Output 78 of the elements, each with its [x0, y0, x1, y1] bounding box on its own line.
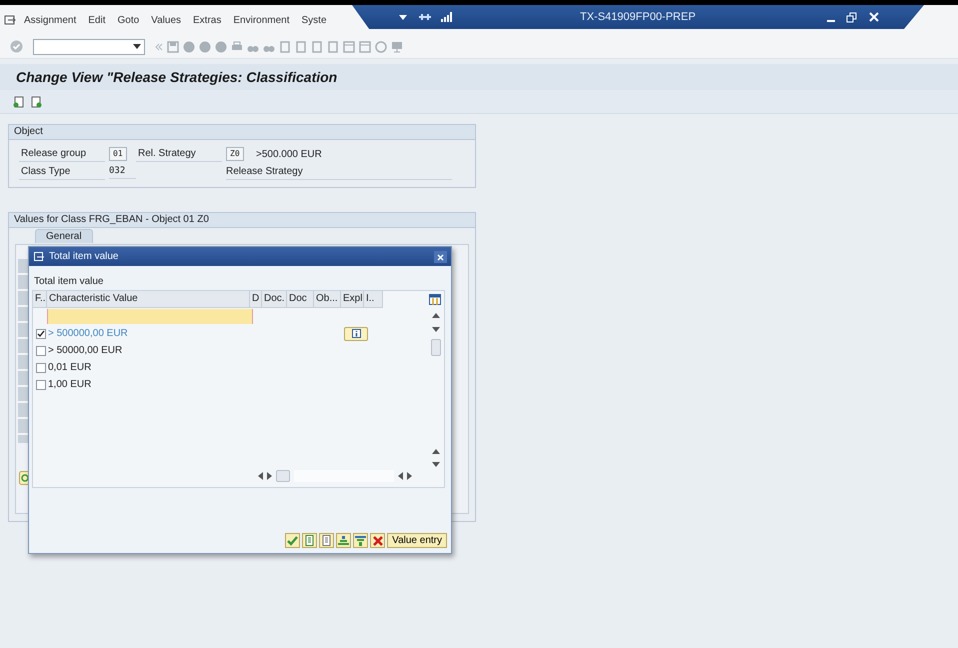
- layout-icon[interactable]: [429, 294, 441, 305]
- sort-button[interactable]: [336, 533, 352, 548]
- table-heading: Total item value: [33, 275, 104, 289]
- stack-icon: [338, 536, 350, 546]
- window-title: TX-S41909FP00-PREP: [580, 10, 696, 25]
- scroll-down-icon[interactable]: [432, 462, 440, 468]
- dialog-icon: [34, 252, 45, 262]
- copy-entry-icon[interactable]: [30, 96, 42, 108]
- new-entry-icon[interactable]: [13, 96, 25, 108]
- scroll-right-icon[interactable]: [267, 472, 272, 480]
- characteristic-value[interactable]: 0,01 EUR: [48, 360, 254, 375]
- scroll-up-icon[interactable]: [432, 313, 440, 319]
- group-title: Object: [9, 125, 475, 140]
- group-title: Values for Class FRG_EBAN - Object 01 Z0: [9, 213, 475, 228]
- checkbox[interactable]: [36, 362, 46, 372]
- scroll-thumb[interactable]: [276, 470, 290, 482]
- column-header[interactable]: Ob...: [314, 291, 341, 307]
- info-button[interactable]: [344, 326, 368, 340]
- deselect-all-button[interactable]: [319, 533, 334, 548]
- scroll-left-icon[interactable]: [258, 472, 263, 480]
- value-entry-button[interactable]: Value entry: [387, 533, 447, 548]
- menu-item[interactable]: Syste: [296, 12, 333, 28]
- close-icon[interactable]: [868, 12, 879, 22]
- close-icon: [437, 254, 444, 261]
- field-label: Release group: [19, 146, 105, 162]
- cancel-button[interactable]: [370, 533, 386, 548]
- input-field[interactable]: Z0: [226, 147, 244, 161]
- input-field[interactable]: 01: [109, 147, 127, 161]
- checkbox[interactable]: [36, 328, 46, 338]
- menu-item[interactable]: Environment: [227, 12, 296, 28]
- menu-item[interactable]: Extras: [187, 12, 228, 28]
- signal-icon: [440, 12, 452, 22]
- restore-icon[interactable]: [846, 12, 857, 22]
- column-header[interactable]: Expl: [341, 291, 364, 307]
- scroll-down-icon[interactable]: [432, 327, 440, 333]
- info-icon: [352, 329, 360, 338]
- filter-icon: [355, 536, 366, 546]
- menu-item[interactable]: Edit: [82, 12, 112, 28]
- field-description: Release Strategy: [226, 164, 452, 180]
- close-icon: [372, 536, 383, 546]
- column-header[interactable]: Doc: [287, 291, 314, 307]
- menu-item[interactable]: Assignment: [18, 12, 82, 28]
- scroll-right-icon[interactable]: [407, 472, 412, 480]
- column-header[interactable]: Doc.: [262, 291, 287, 307]
- scroll-up-icon[interactable]: [432, 449, 440, 455]
- select-all-button[interactable]: [302, 533, 318, 548]
- menu-item[interactable]: Goto: [111, 12, 146, 28]
- menu-item[interactable]: Values: [145, 12, 188, 28]
- dropdown-icon[interactable]: [133, 44, 141, 49]
- column-header[interactable]: Characteristic Value: [47, 291, 250, 307]
- document-icon: [322, 535, 332, 546]
- characteristic-value[interactable]: 1,00 EUR: [48, 377, 254, 392]
- field-value: 032: [109, 164, 136, 180]
- field-label: Rel. Strategy: [136, 146, 222, 162]
- screen-title: Change View "Release Strategies: Classification: [0, 64, 958, 90]
- new-value-field[interactable]: [47, 309, 253, 324]
- check-icon: [287, 536, 298, 546]
- confirm-button[interactable]: [285, 533, 300, 548]
- field-description: >500.000 EUR: [256, 148, 323, 162]
- pin-icon[interactable]: [418, 12, 432, 22]
- tab[interactable]: General: [35, 229, 93, 243]
- document-icon: [304, 535, 315, 546]
- scroll-left-icon[interactable]: [398, 472, 403, 480]
- checkbox[interactable]: [36, 380, 46, 390]
- command-field[interactable]: [33, 38, 145, 54]
- column-header[interactable]: I..: [364, 291, 383, 307]
- dropdown-icon[interactable]: [398, 13, 408, 21]
- menu-icon[interactable]: [4, 14, 16, 26]
- scroll-thumb[interactable]: [431, 339, 441, 356]
- dialog-title: Total item value: [49, 250, 118, 264]
- filter-button[interactable]: [353, 533, 368, 548]
- field-label: Class Type: [19, 164, 105, 180]
- column-header[interactable]: D: [250, 291, 262, 307]
- column-header[interactable]: F..: [33, 291, 47, 307]
- checkbox[interactable]: [36, 346, 46, 356]
- close-button[interactable]: [434, 250, 447, 262]
- characteristic-value[interactable]: > 50000,00 EUR: [48, 343, 254, 358]
- characteristic-value[interactable]: > 500000,00 EUR: [48, 326, 254, 341]
